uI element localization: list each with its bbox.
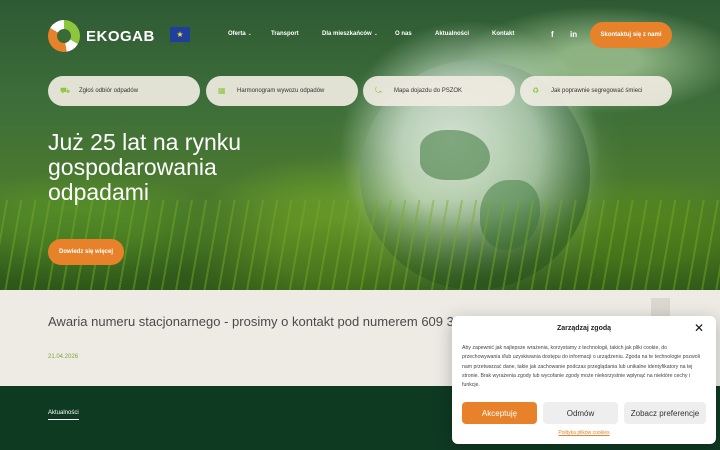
logo[interactable]: EKOGAB <box>48 20 155 52</box>
news-date: 21.04.2026 <box>48 354 79 360</box>
quick-link-schedule[interactable]: ▦ Harmonogram wywozu odpadów <box>206 76 358 106</box>
logo-icon <box>48 20 80 52</box>
cookie-consent-dialog: Zarządzaj zgodą ✕ Aby zapewnić jak najle… <box>452 316 716 444</box>
deny-cookies-button[interactable]: Odmów <box>543 402 618 424</box>
quick-link-label: Jak poprawnie segregować śmieci <box>551 88 643 94</box>
menu-item-transport[interactable]: Transport <box>271 31 299 37</box>
menu-item-kontakt[interactable]: Kontakt <box>492 31 514 37</box>
quick-link-pszok-map[interactable]: ⤿ Mapa dojazdu do PSZOK <box>363 76 515 106</box>
quick-link-label: Mapa dojazdu do PSZOK <box>394 88 463 94</box>
menu-item-label: Oferta <box>228 31 246 37</box>
menu-item-label: Transport <box>271 31 299 37</box>
menu-item-dla-mieszkancow[interactable]: Dla mieszkańców ⌄ <box>322 31 378 37</box>
recycle-icon: ♻ <box>532 86 540 95</box>
menu-item-label: Kontakt <box>492 31 515 37</box>
quick-link-label: Harmonogram wywozu odpadów <box>237 88 325 94</box>
news-title-link[interactable]: Awaria numeru stacjonarnego - prosimy o … <box>48 314 454 329</box>
view-preferences-button[interactable]: Zobacz preferencje <box>624 402 706 424</box>
chevron-down-icon: ⌄ <box>373 31 378 37</box>
tab-aktualnosci[interactable]: Aktualności <box>48 410 79 420</box>
globe-land <box>420 130 490 180</box>
quick-link-segregation[interactable]: ♻ Jak poprawnie segregować śmieci <box>520 76 672 106</box>
linkedin-icon[interactable]: in <box>570 30 577 39</box>
top-navigation: EKOGAB ★ Oferta ⌄ Transport Dla mieszkańc… <box>0 0 720 70</box>
cookie-dialog-text: Aby zapewnić jak najlepsze wrażenia, kor… <box>462 345 700 389</box>
cookie-policy-link[interactable]: Polityka plików cookies <box>452 430 716 436</box>
menu-item-label: Dla mieszkańców <box>322 31 372 37</box>
close-icon[interactable]: ✕ <box>694 322 704 334</box>
truck-icon: ⛟ <box>60 86 71 95</box>
quick-link-label: Zgłoś odbiór odpadów <box>79 88 139 94</box>
logo-text: EKOGAB <box>86 27 155 45</box>
contact-us-button[interactable]: Skontaktuj się z nami <box>590 22 672 48</box>
menu-item-label: O nas <box>395 31 412 37</box>
hero-headline: Już 25 lat na rynku gospodarowania odpad… <box>48 129 242 205</box>
eu-flag-icon[interactable]: ★ <box>170 27 190 42</box>
menu-item-o-nas[interactable]: O nas <box>395 31 412 37</box>
facebook-icon[interactable]: f <box>551 30 554 39</box>
accept-cookies-button[interactable]: Akceptuję <box>462 402 537 424</box>
cookie-dialog-title: Zarządzaj zgodą <box>556 325 612 332</box>
quick-link-waste-pickup[interactable]: ⛟ Zgłoś odbiór odpadów <box>48 76 200 106</box>
menu-item-oferta[interactable]: Oferta ⌄ <box>228 31 252 37</box>
route-icon: ⤿ <box>375 86 382 95</box>
chevron-down-icon: ⌄ <box>247 31 252 37</box>
calendar-icon: ▦ <box>218 86 226 95</box>
menu-item-label: Aktualności <box>435 31 470 37</box>
menu-item-aktualnosci[interactable]: Aktualności <box>435 31 469 37</box>
learn-more-button[interactable]: Dowiedz się więcej <box>48 239 124 265</box>
